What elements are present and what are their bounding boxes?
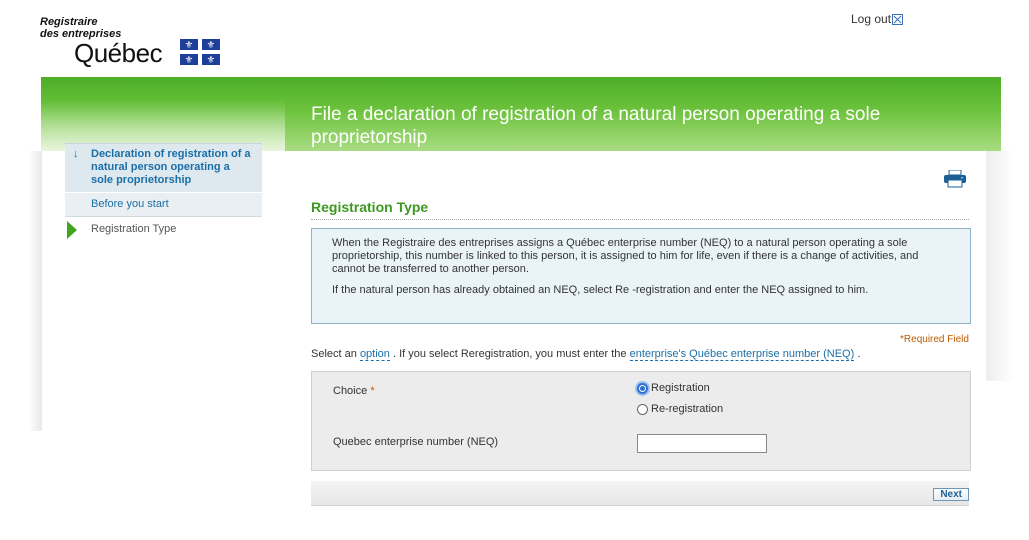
svg-text:⚜: ⚜ xyxy=(185,40,194,51)
page-title: File a declaration of registration of a … xyxy=(311,104,881,148)
external-window-icon xyxy=(892,13,904,25)
info-paragraph-1: When the Registraire des entreprises ass… xyxy=(332,237,919,275)
svg-text:⚜: ⚜ xyxy=(185,55,194,65)
registration-form: Choice * Registration Re-registration Qu… xyxy=(311,371,971,471)
next-button[interactable]: Next xyxy=(933,488,969,501)
info-paragraph-2: If the natural person has already obtain… xyxy=(332,284,869,296)
logout-label[interactable]: Log out xyxy=(851,12,891,26)
info-box: When the Registraire des entreprises ass… xyxy=(311,228,971,324)
logout-link[interactable]: Log out xyxy=(851,12,904,26)
nav-item-before-you-start[interactable]: Before you start xyxy=(65,192,262,217)
radio-button-re-registration[interactable] xyxy=(637,403,648,415)
instructions: Select an option . If you select Reregis… xyxy=(311,348,861,361)
radio-option-registration[interactable]: Registration xyxy=(637,382,710,394)
logo-line-1: Registraire xyxy=(40,16,98,28)
logo-quebec-text: Québec xyxy=(74,38,163,68)
nav-current-label[interactable]: Declaration of registration of a natural… xyxy=(91,148,251,186)
action-bar: Next xyxy=(311,481,969,506)
radio-label-re-registration[interactable]: Re-registration xyxy=(651,403,723,415)
neq-label: Quebec enterprise number (NEQ) xyxy=(333,436,499,448)
svg-text:⚜: ⚜ xyxy=(207,40,216,51)
quebec-logo: Registraire des entreprises Québec ⚜ ⚜ ⚜ ⚜ xyxy=(40,14,230,69)
nav-item-label[interactable]: Before you start xyxy=(91,198,169,210)
option-help-link[interactable]: option xyxy=(359,348,390,361)
radio-option-re-registration[interactable]: Re-registration xyxy=(637,403,723,415)
right-shadow xyxy=(986,151,1014,381)
quebec-flag-icon: ⚜ ⚜ ⚜ ⚜ xyxy=(180,39,220,65)
required-star: * xyxy=(370,385,375,397)
nav-step-registration-type: Registration Type xyxy=(65,217,262,241)
neq-help-link[interactable]: enterprise's Québec enterprise number (N… xyxy=(629,348,855,361)
radio-button-registration[interactable] xyxy=(637,382,648,394)
nav-current-process[interactable]: ↓ Declaration of registration of a natur… xyxy=(65,143,262,192)
instr-prefix: Select an xyxy=(311,348,357,360)
left-navigation: ↓ Declaration of registration of a natur… xyxy=(65,143,262,241)
current-step-arrow-icon xyxy=(67,221,77,239)
required-label: Required Field xyxy=(903,334,969,345)
instr-suffix: . xyxy=(857,348,861,360)
choice-label-text: Choice xyxy=(333,385,368,397)
instr-middle: . If you select Reregistration, you must… xyxy=(392,348,627,360)
svg-text:⚜: ⚜ xyxy=(207,55,216,65)
radio-label-registration[interactable]: Registration xyxy=(651,382,710,394)
arrow-down-icon: ↓ xyxy=(73,148,79,160)
left-shadow xyxy=(28,151,42,431)
required-field-note: *Required Field xyxy=(900,334,969,345)
nav-step-label: Registration Type xyxy=(91,223,177,235)
choice-label: Choice * xyxy=(333,385,375,397)
neq-input[interactable] xyxy=(637,434,767,453)
print-icon[interactable] xyxy=(943,170,967,188)
section-title: Registration Type xyxy=(311,199,969,220)
